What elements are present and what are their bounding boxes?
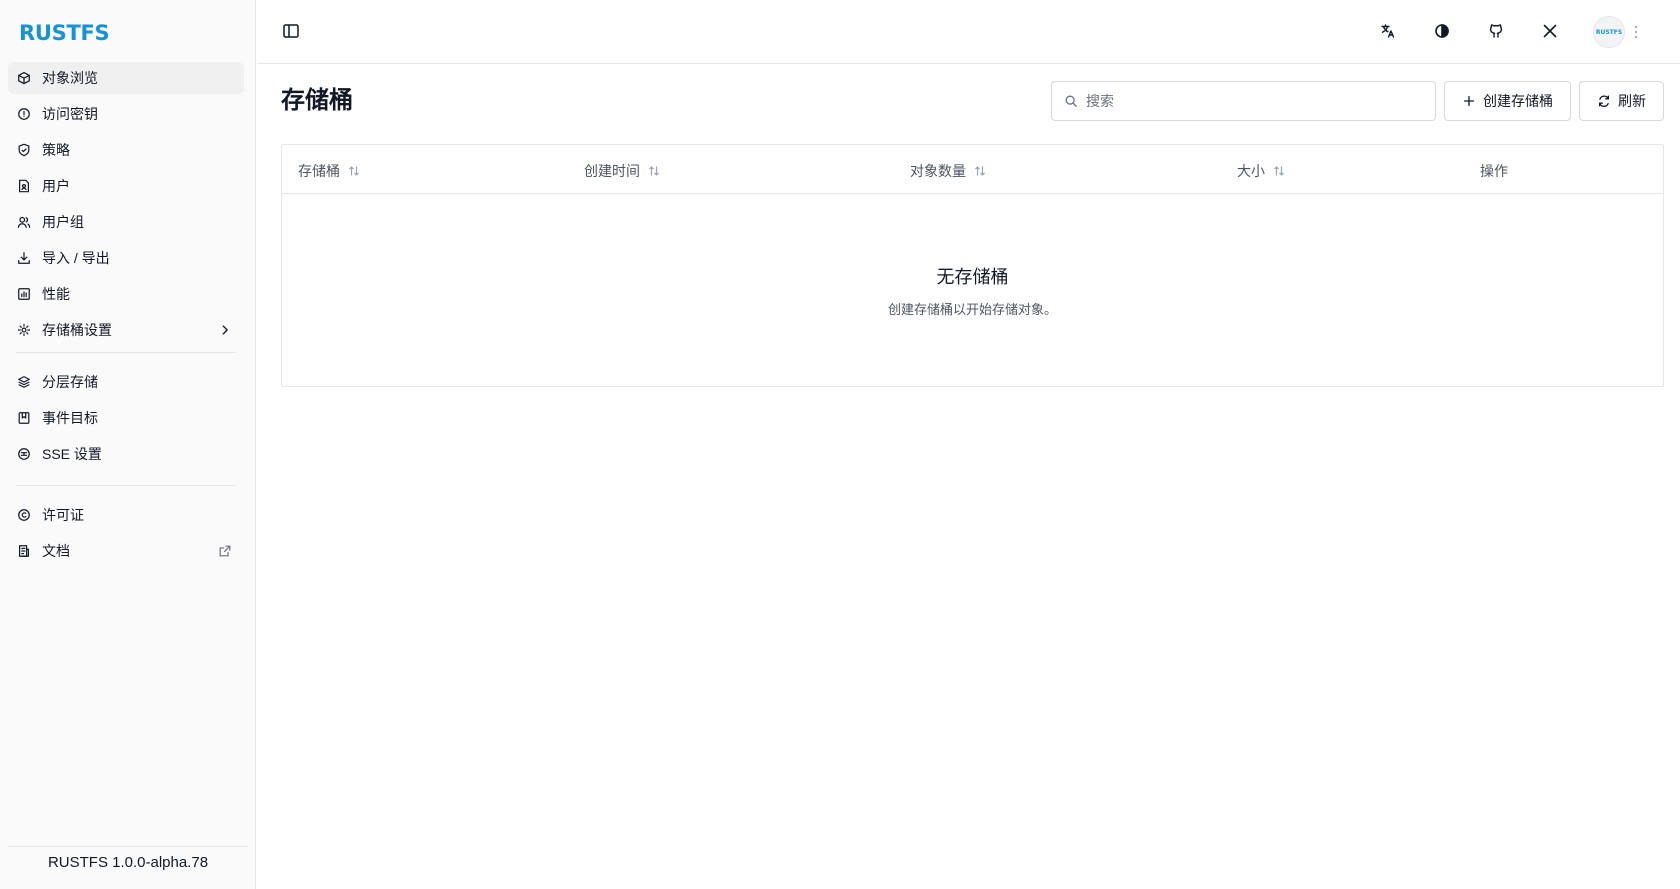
column-header-bucket[interactable]: 存储桶 — [298, 161, 360, 181]
translate-icon[interactable] — [1379, 22, 1397, 40]
sidebar-item-access-keys[interactable]: 访问密钥 — [8, 98, 244, 130]
create-bucket-label: 创建存储桶 — [1483, 93, 1553, 109]
key-icon — [16, 106, 32, 122]
sidebar-nav-advanced: 分层存储 事件目标 SSE 设置 — [8, 366, 244, 474]
buckets-table: 存储桶 创建时间 对象数量 大小 操作 无存储桶 创建存储桶以开始存储对象。 — [281, 144, 1664, 387]
gear-icon — [16, 322, 32, 338]
rustfs-logo[interactable]: RUSTFS — [19, 21, 110, 45]
sidebar-item-sse-settings[interactable]: SSE 设置 — [8, 438, 244, 470]
bookmark-icon — [16, 410, 32, 426]
sidebar-item-label: 导入 / 导出 — [42, 250, 110, 266]
document-icon — [16, 543, 32, 559]
sidebar-item-policies[interactable]: 策略 — [8, 134, 244, 166]
empty-state-description: 创建存储桶以开始存储对象。 — [887, 302, 1057, 317]
column-header-object-count[interactable]: 对象数量 — [910, 161, 986, 181]
sort-icon — [649, 166, 659, 176]
column-label: 操作 — [1480, 163, 1508, 179]
sidebar-item-label: 许可证 — [42, 507, 84, 523]
search-input[interactable] — [1086, 93, 1416, 109]
theme-icon[interactable] — [1433, 22, 1451, 40]
chart-icon — [16, 286, 32, 302]
sidebar-nav-main: 对象浏览 访问密钥 策略 用户 用户组 导入 / 导出 性能 存储桶设置 — [8, 62, 244, 350]
sort-icon — [349, 166, 359, 176]
search-box[interactable] — [1051, 81, 1436, 121]
sidebar-item-label: 用户组 — [42, 214, 84, 230]
refresh-icon — [1598, 95, 1610, 107]
shield-icon — [16, 142, 32, 158]
sidebar-item-label: 文档 — [42, 543, 70, 559]
column-header-created[interactable]: 创建时间 — [584, 161, 660, 181]
sidebar-item-user-groups[interactable]: 用户组 — [8, 206, 244, 238]
sort-icon — [975, 166, 985, 176]
download-icon — [16, 250, 32, 266]
column-header-actions: 操作 — [1480, 161, 1508, 181]
create-bucket-button[interactable]: 创建存储桶 — [1444, 81, 1571, 121]
sort-icon — [1274, 166, 1284, 176]
sidebar-item-import-export[interactable]: 导入 / 导出 — [8, 242, 244, 274]
sidebar-item-label: 对象浏览 — [42, 70, 98, 86]
refresh-label: 刷新 — [1618, 93, 1646, 109]
sidebar-item-label: SSE 设置 — [42, 446, 102, 462]
search-icon — [1065, 95, 1077, 107]
sidebar-item-label: 用户 — [42, 178, 70, 194]
top-bar: RUSTFS — [257, 0, 1680, 64]
sidebar-nav-help: 许可证 文档 — [8, 499, 244, 571]
x-icon[interactable] — [1541, 22, 1559, 40]
database-icon — [16, 446, 32, 462]
column-label: 创建时间 — [584, 163, 640, 179]
table-header: 存储桶 创建时间 对象数量 大小 操作 — [282, 145, 1663, 194]
sidebar-item-event-targets[interactable]: 事件目标 — [8, 402, 244, 434]
sidebar-divider — [16, 485, 236, 486]
avatar[interactable]: RUSTFS — [1593, 16, 1625, 48]
box-icon — [16, 70, 32, 86]
column-label: 对象数量 — [910, 163, 966, 179]
empty-state-title: 无存储桶 — [936, 267, 1009, 287]
external-link-icon — [219, 545, 231, 557]
sidebar-item-tiering[interactable]: 分层存储 — [8, 366, 244, 398]
chevron-right-icon — [222, 325, 228, 335]
plus-icon — [1463, 95, 1475, 107]
users-icon — [16, 214, 32, 230]
sidebar: RUSTFS 对象浏览 访问密钥 策略 用户 用户组 导入 / 导出 性能 存储… — [0, 0, 256, 889]
sidebar-item-label: 性能 — [42, 286, 70, 302]
column-label: 大小 — [1237, 163, 1265, 179]
copyright-icon — [16, 507, 32, 523]
sidebar-item-performance[interactable]: 性能 — [8, 278, 244, 310]
sidebar-item-label: 事件目标 — [42, 410, 98, 426]
sidebar-item-label: 策略 — [42, 142, 70, 158]
user-file-icon — [16, 178, 32, 194]
column-label: 存储桶 — [298, 163, 340, 179]
layers-icon — [16, 374, 32, 390]
refresh-button[interactable]: 刷新 — [1579, 81, 1664, 121]
sidebar-item-label: 访问密钥 — [42, 106, 98, 122]
sidebar-item-label: 分层存储 — [42, 374, 98, 390]
more-vertical-icon[interactable] — [1633, 24, 1639, 40]
sidebar-item-docs[interactable]: 文档 — [8, 535, 244, 567]
sidebar-item-object-browser[interactable]: 对象浏览 — [8, 62, 244, 94]
page-title: 存储桶 — [281, 87, 353, 114]
sidebar-item-label: 存储桶设置 — [42, 322, 112, 338]
sidebar-toggle-icon[interactable] — [282, 22, 300, 40]
column-header-size[interactable]: 大小 — [1237, 161, 1285, 181]
sidebar-item-users[interactable]: 用户 — [8, 170, 244, 202]
sidebar-divider — [16, 352, 236, 353]
sidebar-item-license[interactable]: 许可证 — [8, 499, 244, 531]
sidebar-item-bucket-settings[interactable]: 存储桶设置 — [8, 314, 244, 346]
github-icon[interactable] — [1487, 22, 1505, 40]
app-version: RUSTFS 1.0.0-alpha.78 — [47, 854, 209, 871]
sidebar-footer-divider — [8, 846, 248, 847]
